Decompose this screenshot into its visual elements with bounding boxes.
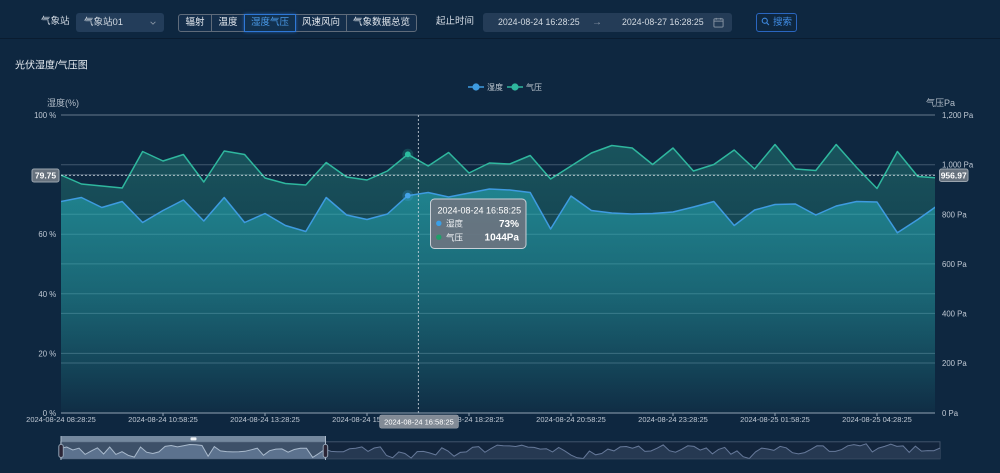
- svg-text:1,000 Pa: 1,000 Pa: [942, 161, 974, 170]
- svg-text:湿度(%): 湿度(%): [47, 97, 79, 108]
- svg-text:400 Pa: 400 Pa: [942, 310, 967, 319]
- svg-text:1044Pa: 1044Pa: [485, 233, 520, 244]
- svg-text:60 %: 60 %: [38, 230, 56, 239]
- svg-text:2024-08-24 08:28:25: 2024-08-24 08:28:25: [26, 415, 96, 424]
- svg-text:0 %: 0 %: [43, 409, 57, 418]
- svg-text:0 Pa: 0 Pa: [942, 409, 959, 418]
- svg-text:光伏湿度/气压图: 光伏湿度/气压图: [15, 59, 88, 72]
- svg-text:2024-08-25 04:28:25: 2024-08-25 04:28:25: [842, 415, 912, 424]
- svg-text:湿度: 湿度: [487, 82, 503, 92]
- svg-text:79.75: 79.75: [35, 171, 57, 181]
- svg-text:2024-08-25 01:58:25: 2024-08-25 01:58:25: [740, 415, 810, 424]
- svg-text:气压: 气压: [446, 233, 464, 243]
- svg-text:20 %: 20 %: [38, 349, 56, 358]
- svg-text:600 Pa: 600 Pa: [942, 260, 967, 269]
- svg-text:40 %: 40 %: [38, 290, 56, 299]
- svg-text:73%: 73%: [499, 219, 519, 230]
- svg-text:2024-08-24 13:28:25: 2024-08-24 13:28:25: [230, 415, 300, 424]
- svg-text:800 Pa: 800 Pa: [942, 210, 967, 219]
- svg-text:湿度: 湿度: [446, 219, 464, 229]
- svg-text:2024-08-24 10:58:25: 2024-08-24 10:58:25: [128, 415, 198, 424]
- svg-text:2024-08-24 16:58:25: 2024-08-24 16:58:25: [384, 418, 454, 427]
- svg-text:2024-08-24 20:58:25: 2024-08-24 20:58:25: [536, 415, 606, 424]
- svg-text:气压: 气压: [526, 82, 542, 92]
- svg-text:气压Pa: 气压Pa: [926, 97, 955, 108]
- svg-text:956.97: 956.97: [941, 171, 967, 181]
- svg-text:100 %: 100 %: [34, 111, 56, 120]
- svg-text:2024-08-24 16:58:25: 2024-08-24 16:58:25: [438, 205, 522, 215]
- svg-text:1,200 Pa: 1,200 Pa: [942, 111, 974, 120]
- svg-text:200 Pa: 200 Pa: [942, 359, 967, 368]
- svg-text:2024-08-24 23:28:25: 2024-08-24 23:28:25: [638, 415, 708, 424]
